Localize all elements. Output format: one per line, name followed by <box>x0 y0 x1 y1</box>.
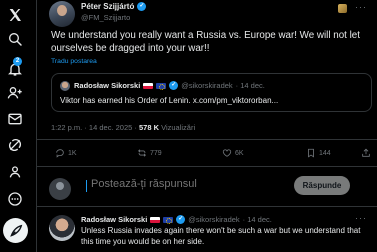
reply-action[interactable]: 1K <box>55 148 77 158</box>
reply-post[interactable]: Radosław Sikorski ✓ @sikorskiradek · 14 … <box>37 210 377 252</box>
reply-submit-button[interactable]: Răspunde <box>294 176 350 195</box>
action-bar: 1K 779 6K 144 <box>51 148 373 160</box>
translate-post-link[interactable]: Tradu postarea <box>51 58 97 65</box>
views-count: 578 K <box>138 123 159 132</box>
text-cursor <box>86 180 87 192</box>
heart-icon <box>222 149 232 157</box>
repost-icon <box>138 149 146 157</box>
verified-badge-icon: ✓ <box>137 2 147 11</box>
notification-badge: 2 <box>13 57 22 66</box>
current-user-avatar[interactable] <box>49 178 71 200</box>
more-icon[interactable] <box>6 190 23 207</box>
views-label: Vizualizări <box>161 123 196 132</box>
verified-badge-icon: ✓ <box>176 215 186 224</box>
share-icon <box>362 148 370 157</box>
author-name[interactable]: Péter Szijjártó <box>81 2 134 11</box>
quoted-author-avatar[interactable] <box>60 81 70 91</box>
side-nav: 2 <box>0 0 30 252</box>
reply-input[interactable] <box>91 178 321 190</box>
divider <box>37 206 377 207</box>
post-text: We understand you really want a Russia v… <box>51 30 360 54</box>
like-action[interactable]: 6K <box>222 148 244 158</box>
bookmark-count: 144 <box>319 149 331 157</box>
compose-post-button[interactable] <box>3 218 28 243</box>
author-name-row[interactable]: Péter Szijjártó ✓ <box>81 2 147 11</box>
reply-more-options-button[interactable]: ··· <box>355 213 367 223</box>
poland-flag-icon <box>143 82 154 89</box>
author-handle[interactable]: @FM_Szijjarto <box>81 13 130 22</box>
quoted-author-handle[interactable]: @sikorskiradek <box>181 81 232 90</box>
x-logo-icon[interactable] <box>6 6 23 23</box>
feather-icon <box>9 224 22 237</box>
post-meta: 1:22 p.m. · 14 dec. 2025 · 578 K Vizuali… <box>51 123 195 132</box>
communities-icon[interactable] <box>6 163 23 180</box>
post-timestamp[interactable]: 1:22 p.m. · 14 dec. 2025 · <box>51 123 137 132</box>
post-detail: Péter Szijjártó ✓ @FM_Szijjarto ··· We u… <box>36 0 377 252</box>
quoted-post[interactable]: Radosław Sikorski ✓ @sikorskiradek · 14 … <box>51 73 372 112</box>
messages-icon[interactable] <box>6 110 23 127</box>
grok-icon[interactable] <box>6 136 23 153</box>
bookmark-icon <box>308 148 314 158</box>
like-count: 6K <box>235 149 244 157</box>
quoted-author-row: Radosław Sikorski ✓ @sikorskiradek · 14 … <box>74 81 265 90</box>
divider <box>37 166 377 167</box>
repost-count: 779 <box>150 149 162 157</box>
eu-flag-icon <box>163 216 174 224</box>
verified-badge-icon: ✓ <box>169 81 179 90</box>
more-options-button[interactable]: ··· <box>355 2 367 12</box>
reply-author-name[interactable]: Radosław Sikorski <box>81 215 147 224</box>
reply-author-avatar[interactable] <box>49 215 75 241</box>
quoted-date: · 14 dec. <box>235 81 265 90</box>
quoted-text: Viktor has earned his Order of Lenin. x.… <box>60 96 279 105</box>
bookmark-action[interactable]: 144 <box>306 148 331 158</box>
reply-text: Unless Russia invades again there won't … <box>81 226 361 246</box>
quoted-author-name[interactable]: Radosław Sikorski <box>74 81 140 90</box>
reply-author-row: Radosław Sikorski ✓ @sikorskiradek · 14 … <box>81 215 272 224</box>
reply-date: · 14 dec. <box>242 215 272 224</box>
eu-flag-icon <box>156 82 167 90</box>
poland-flag-icon <box>150 216 161 223</box>
reply-icon <box>56 149 64 158</box>
reply-composer: Răspunde <box>37 170 377 202</box>
author-avatar[interactable] <box>49 1 75 27</box>
reply-author-handle[interactable]: @sikorskiradek <box>188 215 239 224</box>
share-action[interactable] <box>361 148 371 158</box>
affiliation-badge-icon[interactable] <box>338 4 347 13</box>
repost-action[interactable]: 779 <box>137 148 162 158</box>
follow-icon[interactable] <box>6 84 23 101</box>
search-icon[interactable] <box>6 30 23 47</box>
divider <box>37 139 377 140</box>
reply-count: 1K <box>68 149 77 157</box>
